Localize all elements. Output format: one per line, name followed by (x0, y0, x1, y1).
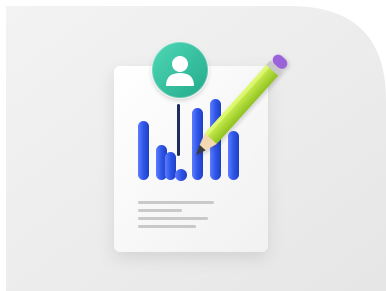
illustration-canvas (6, 6, 386, 291)
chart-bar (138, 121, 149, 180)
chart-bar (165, 152, 176, 180)
user-avatar-icon (151, 41, 209, 99)
chart-bar (228, 131, 239, 180)
illustration (0, 0, 386, 291)
